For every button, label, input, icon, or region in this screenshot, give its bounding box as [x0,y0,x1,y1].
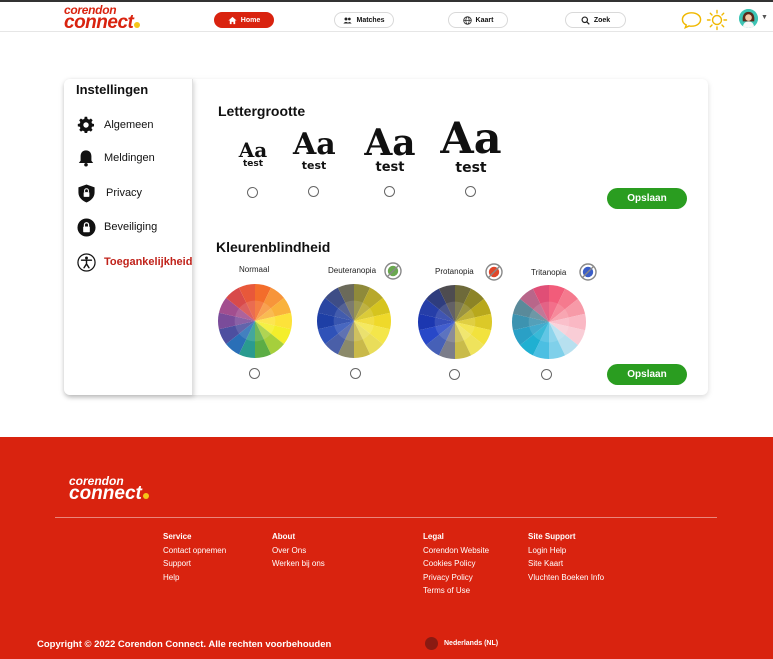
footer-divider [55,517,717,518]
avatar-portrait-icon [739,9,758,28]
font-size-glyph: Aa [238,138,268,162]
sidebar-item-algemeen[interactable]: Algemeen [76,115,154,135]
nav-kaart-label: Kaart [475,16,494,24]
font-size-radio-large[interactable] [384,186,395,197]
color-wheel-normaal[interactable] [217,283,293,359]
color-blind-title: Kleurenblindheid [216,239,331,255]
logo-text-bottom: connect [64,13,141,32]
color-wheel-tritanopia[interactable] [511,284,587,360]
font-size-option-large[interactable]: Aa test [364,125,416,174]
shield-icon [76,183,96,203]
footer-logo-text-bottom: connect [69,484,149,503]
font-size-save-button[interactable]: Opslaan [607,188,687,209]
footer-column-heading: Service [163,532,192,541]
footer-column-about: About Over Ons Werken bij ons [272,530,325,571]
color-mode-label-deuteranopia: Deuteranopia [328,266,377,275]
chevron-down-icon[interactable]: ▼ [761,14,768,21]
footer-column-heading: About [272,532,296,541]
footer-column-heading: Site Support [528,532,576,541]
chat-icon[interactable] [681,11,702,29]
font-size-radio-medium[interactable] [308,186,319,197]
color-mode-label-protanopia: Protanopia [435,267,474,276]
language-selector[interactable]: Nederlands (NL) [425,637,498,650]
footer-link-site-kaart[interactable]: Site Kaart [528,557,604,571]
font-size-glyph: Aa [293,127,336,162]
nav-matches-button[interactable]: Matches [334,12,394,28]
nav-zoek-label: Zoek [593,16,611,24]
color-wheel-deuteranopia[interactable] [316,283,392,359]
font-size-option-xlarge[interactable]: Aa test [440,114,502,176]
flag-icon [425,637,438,650]
sidebar-item-beveiliging[interactable]: Beveiliging [76,217,157,237]
footer-link-vluchten[interactable]: Vluchten Boeken Info [528,571,604,585]
color-mode-label-tritanopia: Tritanopia [531,268,567,277]
logo-dot [142,493,149,499]
footer-link-over-ons[interactable]: Over Ons [272,544,325,558]
home-icon [228,16,237,24]
accessibility-icon [76,252,96,272]
lock-icon [76,217,96,237]
footer-link-werken[interactable]: Werken bij ons [272,557,325,571]
nav-matches-label: Matches [356,16,385,24]
font-size-option-medium[interactable]: Aa test [293,127,336,172]
footer-column-site-support: Site Support Login Help Site Kaart Vluch… [528,530,604,584]
color-mode-radio-protanopia[interactable] [449,369,460,380]
sidebar-item-label: Beveiliging [104,221,158,233]
copyright-text: Copyright © 2022 Corendon Connect. Alle … [37,639,332,650]
font-size-option-small[interactable]: Aa test [238,140,268,169]
nav-zoek-button[interactable]: Zoek [565,12,626,28]
sidebar-item-meldingen[interactable]: Meldingen [76,148,155,168]
people-icon [343,17,353,23]
logo-dot [134,22,141,28]
top-navigation-bar: corendon connect Home Matches Kaart Zoek [0,0,773,32]
footer-link-privacy[interactable]: Privacy Policy [423,571,489,585]
color-wheel-protanopia[interactable] [417,284,493,360]
footer-logo[interactable]: corendon connect [69,475,149,503]
sun-icon[interactable] [706,9,728,31]
user-avatar[interactable] [739,9,758,28]
protanopia-icon [485,263,503,281]
font-size-radio-xlarge[interactable] [465,186,476,197]
language-label: Nederlands (NL) [444,640,499,647]
sidebar-item-label: Algemeen [104,119,154,131]
sidebar-item-privacy[interactable]: Privacy [76,183,142,203]
footer-link-help[interactable]: Help [163,571,226,585]
nav-home-button[interactable]: Home [214,12,274,28]
color-mode-radio-deuteranopia[interactable] [350,368,361,379]
footer-link-login-help[interactable]: Login Help [528,544,604,558]
settings-sidebar: Instellingen Algemeen Meldingen Privacy … [64,79,193,395]
footer-link-cookies[interactable]: Cookies Policy [423,557,489,571]
tritanopia-icon [579,263,597,281]
nav-home-label: Home [240,16,261,24]
gear-icon [76,115,96,135]
globe-icon [462,15,472,25]
sidebar-item-label: Meldingen [104,152,155,164]
sidebar-item-label: Privacy [106,187,143,199]
footer-link-support[interactable]: Support [163,557,226,571]
search-icon [581,15,590,25]
footer-column-heading: Legal [423,532,444,541]
color-blind-save-button[interactable]: Opslaan [607,364,687,385]
font-size-title: Lettergrootte [218,103,306,119]
bell-icon [76,148,96,168]
footer-column-service: Service Contact opnemen Support Help [163,530,226,584]
deuteranopia-icon [384,262,402,280]
color-mode-radio-tritanopia[interactable] [541,369,552,380]
font-size-glyph: Aa [364,122,416,164]
footer-column-legal: Legal Corendon Website Cookies Policy Pr… [423,530,489,598]
sidebar-item-toegankelijkheid[interactable]: Toegankelijkheid [76,252,192,272]
footer: corendon connect Service Contact opnemen… [0,437,773,659]
color-mode-radio-normaal[interactable] [249,368,260,379]
nav-kaart-button[interactable]: Kaart [448,12,508,28]
sidebar-title: Instellingen [76,82,149,97]
font-size-glyph: Aa [440,114,502,164]
font-size-radio-small[interactable] [247,187,258,198]
color-mode-label-normaal: Normaal [239,265,270,274]
footer-link-contact[interactable]: Contact opnemen [163,544,226,558]
corendon-connect-logo[interactable]: corendon connect [64,4,141,32]
footer-link-corendon-website[interactable]: Corendon Website [423,544,489,558]
sidebar-item-label: Toegankelijkheid [104,256,193,268]
footer-link-terms[interactable]: Terms of Use [423,584,489,598]
